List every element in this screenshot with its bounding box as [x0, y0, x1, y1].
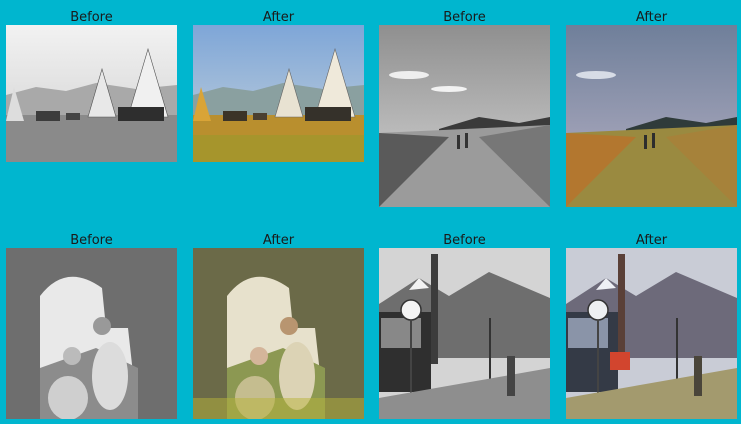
- pair-4-after: After: [566, 232, 737, 419]
- pair-4-before: Before: [379, 232, 550, 419]
- street-photo-color: [566, 248, 737, 419]
- archway-photo-color: [193, 248, 364, 419]
- before-label: Before: [443, 233, 486, 248]
- pair-2-after: After: [566, 9, 737, 207]
- before-label: Before: [70, 10, 113, 25]
- pair-3-after: After: [193, 232, 364, 419]
- after-label: After: [262, 233, 295, 248]
- meadow-photo-color: [566, 25, 737, 207]
- pair-2-before: Before: [379, 9, 550, 207]
- teepee-photo-color: [193, 25, 364, 162]
- pair-1-after: After: [193, 9, 364, 162]
- before-label: Before: [443, 10, 486, 25]
- after-label: After: [635, 10, 668, 25]
- meadow-photo-bw: [379, 25, 550, 207]
- before-label: Before: [70, 233, 113, 248]
- pair-3-before: Before: [6, 232, 177, 419]
- pair-1-before: Before: [6, 9, 177, 162]
- after-label: After: [635, 233, 668, 248]
- teepee-photo-bw: [6, 25, 177, 162]
- after-label: After: [262, 10, 295, 25]
- street-photo-bw: [379, 248, 550, 419]
- archway-photo-bw: [6, 248, 177, 419]
